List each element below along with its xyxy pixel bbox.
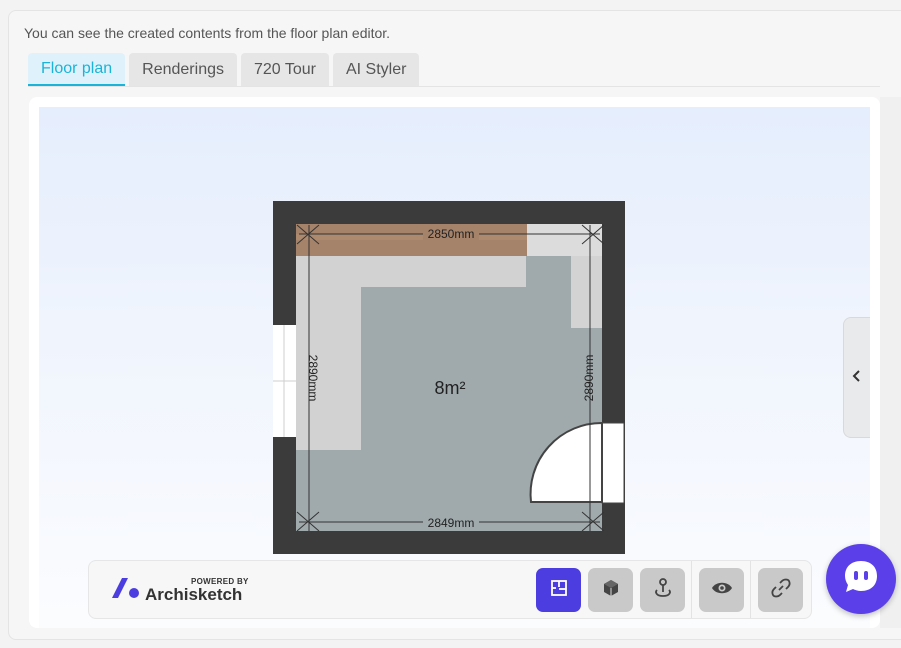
door-frame <box>601 422 625 504</box>
side-panel-toggle[interactable] <box>843 317 870 438</box>
toolbar-divider <box>750 561 751 618</box>
tab-ai-styler[interactable]: AI Styler <box>332 53 420 86</box>
cube-icon <box>601 578 621 603</box>
dimension-bottom: 2849mm <box>428 516 475 530</box>
dimension-right: 2890mm <box>582 355 596 402</box>
tab-renderings[interactable]: Renderings <box>129 53 237 86</box>
link-icon <box>770 578 791 603</box>
eye-icon <box>711 580 733 601</box>
viewer-toolbar: POWERED BY Archisketch <box>88 560 812 619</box>
brand-name: Archisketch <box>145 585 243 604</box>
preview-button[interactable] <box>699 568 744 612</box>
counter-vertical <box>296 256 361 450</box>
intro-text: You can see the created contents from th… <box>24 25 391 41</box>
room-area-label: 8m² <box>435 378 466 398</box>
tab-floor-plan[interactable]: Floor plan <box>28 53 126 86</box>
dimension-left: 2890mm <box>306 355 320 402</box>
floor-plan-canvas[interactable]: 2850mm 2849mm 2890mm 2890mm 8m² <box>39 107 870 628</box>
chevron-left-icon <box>852 369 862 387</box>
counter-top-right <box>527 224 602 256</box>
walkthrough-view-button[interactable] <box>640 568 685 612</box>
tab-bar: Floor plan Renderings 720 Tour AI Styler <box>28 53 420 86</box>
fridge <box>571 256 602 328</box>
3d-view-button[interactable] <box>588 568 633 612</box>
floor-plan-drawing: 2850mm 2849mm 2890mm 2890mm 8m² <box>273 201 625 554</box>
floor-plan-icon <box>550 579 568 602</box>
tab-underline <box>28 86 880 87</box>
person-pin-icon <box>652 577 674 604</box>
toolbar-divider <box>691 561 692 618</box>
chat-button[interactable] <box>826 544 896 614</box>
share-link-button[interactable] <box>758 568 803 612</box>
archisketch-logo-icon <box>109 574 143 600</box>
floor-plan-view-button[interactable] <box>536 568 581 612</box>
dimension-top: 2850mm <box>428 227 475 241</box>
chat-bot-icon <box>841 557 881 602</box>
tab-720-tour[interactable]: 720 Tour <box>240 53 329 86</box>
page-scroll-strip <box>880 97 901 628</box>
